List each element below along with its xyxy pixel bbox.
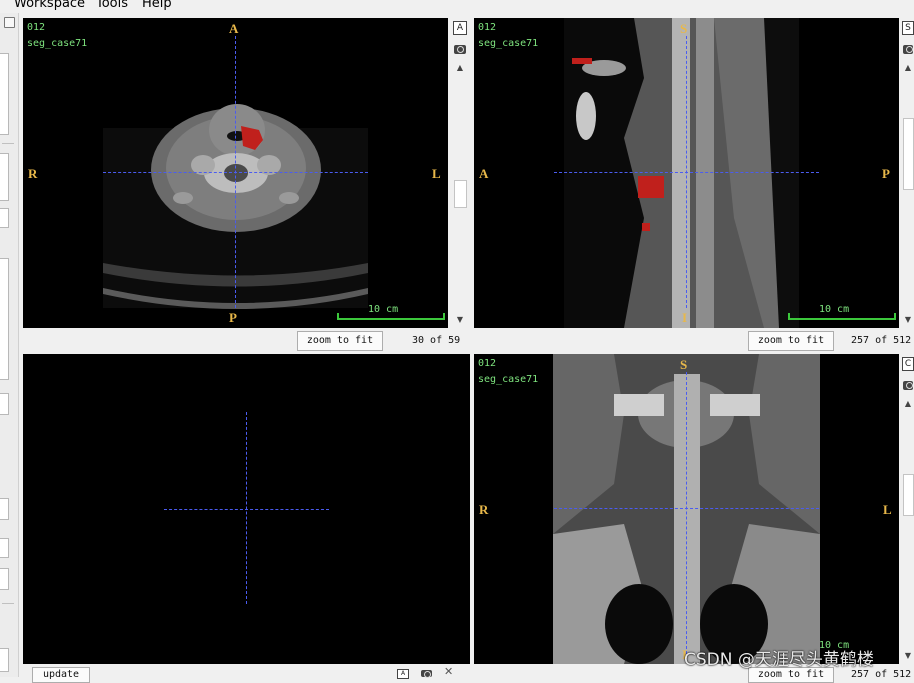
annotation-toggle-icon[interactable]: C bbox=[902, 357, 914, 371]
axial-slice-scrollbar[interactable]: A ▲ ▼ bbox=[453, 18, 467, 328]
menu-bar: Workspace Tools Help bbox=[0, 0, 914, 13]
sagittal-slice-scrollbar[interactable]: S ▲ ▼ bbox=[902, 18, 914, 328]
close-icon[interactable]: ✕ bbox=[444, 665, 453, 678]
crosshair-vertical bbox=[235, 36, 236, 308]
panel-field-6[interactable] bbox=[0, 648, 9, 672]
orientation-top: S bbox=[680, 357, 688, 372]
snapshot-camera-icon[interactable] bbox=[421, 670, 432, 678]
coronal-slice-scrollbar[interactable]: C ▲ ▼ bbox=[902, 354, 914, 664]
crosshair-vertical bbox=[246, 412, 247, 604]
panel-divider bbox=[2, 143, 14, 144]
scale-bar-tick bbox=[337, 313, 339, 320]
panel-group-2 bbox=[0, 153, 9, 201]
orientation-top: A bbox=[229, 21, 239, 36]
scroll-thumb[interactable] bbox=[903, 474, 914, 516]
series-name-label: seg_case71 bbox=[27, 38, 88, 49]
scale-bar-label: 10 cm bbox=[368, 304, 399, 315]
orientation-right: L bbox=[432, 166, 441, 181]
axial-zoom-to-fit-button[interactable]: zoom to fit bbox=[297, 331, 383, 351]
scale-bar-tick bbox=[443, 313, 445, 320]
scroll-down-icon[interactable]: ▼ bbox=[902, 650, 914, 662]
panel-field-5[interactable] bbox=[0, 568, 9, 590]
orientation-bottom: I bbox=[682, 310, 688, 325]
scale-bar bbox=[788, 318, 896, 320]
panel-restore-icon[interactable] bbox=[4, 17, 15, 28]
panel-field-3[interactable] bbox=[0, 498, 9, 520]
scroll-up-icon[interactable]: ▲ bbox=[453, 62, 467, 74]
crosshair-vertical bbox=[686, 372, 687, 654]
sagittal-view[interactable]: 012 seg_case71 S I A P 10 cm bbox=[474, 18, 899, 328]
snapshot-camera-icon[interactable] bbox=[903, 381, 913, 390]
segmentation-mask bbox=[572, 58, 592, 64]
crosshair-vertical bbox=[686, 36, 687, 308]
scale-bar bbox=[337, 318, 445, 320]
image-id-label: 012 bbox=[478, 358, 497, 369]
update-3d-button[interactable]: update bbox=[32, 667, 90, 683]
scroll-down-icon[interactable]: ▼ bbox=[902, 314, 914, 326]
panel-group-3 bbox=[0, 258, 9, 380]
panel-group-1 bbox=[0, 53, 9, 135]
left-panel-edge bbox=[0, 13, 19, 677]
orientation-top: S bbox=[680, 21, 688, 36]
menu-help[interactable]: Help bbox=[142, 0, 172, 11]
annotation-toggle-icon[interactable]: S bbox=[902, 21, 914, 35]
scale-bar-tick bbox=[788, 313, 790, 320]
annotation-toggle-icon[interactable]: A bbox=[397, 669, 409, 679]
panel-divider bbox=[2, 603, 14, 604]
segmentation-mask bbox=[638, 176, 664, 198]
image-id-label: 012 bbox=[478, 22, 497, 33]
scroll-down-icon[interactable]: ▼ bbox=[453, 314, 467, 326]
annotation-toggle-icon[interactable]: A bbox=[453, 21, 467, 35]
orientation-left: A bbox=[479, 166, 489, 181]
axial-view[interactable]: 012 seg_case71 A P R L 10 cm bbox=[23, 18, 448, 328]
snapshot-camera-icon[interactable] bbox=[454, 45, 466, 54]
sagittal-zoom-to-fit-button[interactable]: zoom to fit bbox=[748, 331, 834, 351]
render-3d-view[interactable] bbox=[23, 354, 470, 664]
scroll-thumb[interactable] bbox=[454, 180, 467, 208]
axial-slice-position: 30 of 59 bbox=[412, 335, 461, 346]
panel-field-2[interactable] bbox=[0, 393, 9, 415]
series-name-label: seg_case71 bbox=[478, 374, 539, 385]
image-id-label: 012 bbox=[27, 22, 46, 33]
orientation-left: R bbox=[479, 502, 489, 517]
orientation-right: L bbox=[883, 502, 892, 517]
scroll-up-icon[interactable]: ▲ bbox=[902, 398, 914, 410]
panel-field-4[interactable] bbox=[0, 538, 9, 558]
menu-tools[interactable]: Tools bbox=[96, 0, 128, 11]
orientation-bottom: P bbox=[229, 310, 237, 325]
series-name-label: seg_case71 bbox=[478, 38, 539, 49]
orientation-right: P bbox=[882, 166, 890, 181]
scale-bar-label: 10 cm bbox=[819, 304, 850, 315]
coronal-slice-position: 257 of 512 bbox=[851, 669, 912, 680]
menu-workspace[interactable]: Workspace bbox=[14, 0, 85, 11]
segmentation-mask bbox=[642, 223, 650, 231]
watermark-text: CSDN @天涯尽头黄鹤楼 bbox=[684, 650, 874, 670]
sagittal-slice-position: 257 of 512 bbox=[851, 335, 912, 346]
panel-field-1[interactable] bbox=[0, 208, 9, 228]
scale-bar-tick bbox=[894, 313, 896, 320]
orientation-left: R bbox=[28, 166, 38, 181]
scroll-up-icon[interactable]: ▲ bbox=[902, 62, 914, 74]
snapshot-camera-icon[interactable] bbox=[903, 45, 913, 54]
scroll-thumb[interactable] bbox=[903, 118, 914, 190]
coronal-view[interactable]: 012 seg_case71 S I R L 10 cm bbox=[474, 354, 899, 664]
